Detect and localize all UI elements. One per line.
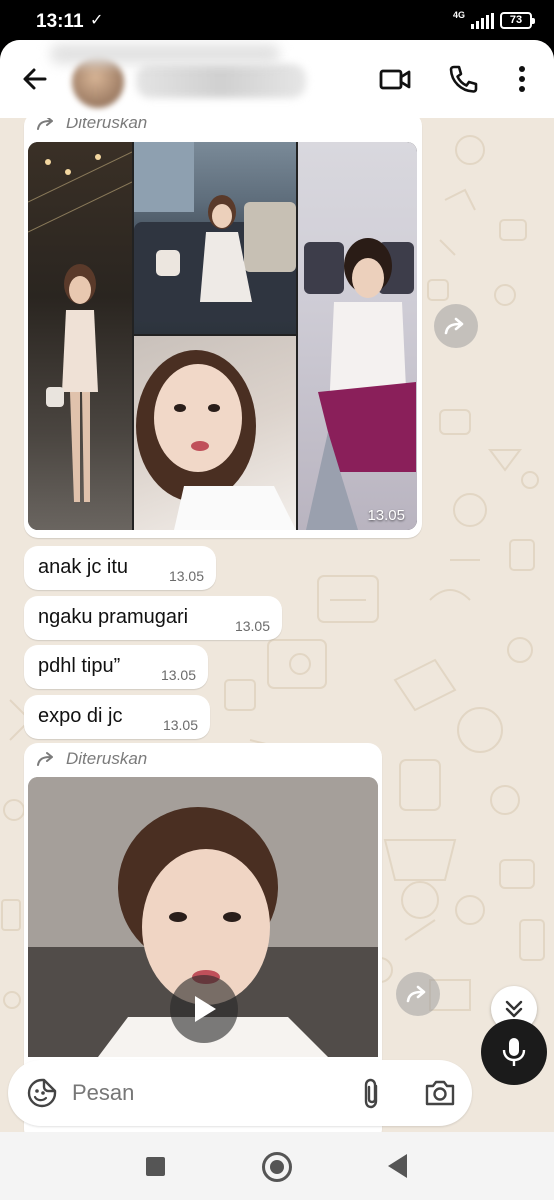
more-vert-icon <box>519 66 525 92</box>
emoji-button[interactable] <box>26 1077 58 1109</box>
message-input[interactable] <box>72 1074 342 1112</box>
double-chevron-down-icon <box>505 1000 523 1018</box>
message-text: ngaku pramugari <box>38 606 189 628</box>
status-bar: 13:11 ✓ 4G 73 <box>0 0 554 44</box>
back-button[interactable] <box>18 62 52 96</box>
video-call-icon <box>379 69 411 90</box>
phone-icon <box>449 65 478 93</box>
forwarded-label: Diteruskan <box>36 749 147 769</box>
sticker-emoji-icon <box>27 1078 57 1108</box>
arrow-back-icon <box>23 68 47 90</box>
message-time: 13.05 <box>162 717 198 733</box>
battery-icon: 73 <box>500 12 535 29</box>
album-photo[interactable] <box>28 142 132 530</box>
play-button[interactable] <box>170 975 238 1043</box>
signal-icon <box>471 12 494 29</box>
contact-name[interactable] <box>136 64 306 98</box>
paperclip-icon <box>364 1078 378 1109</box>
chat-header <box>0 40 554 118</box>
attach-button[interactable] <box>358 1077 386 1111</box>
video-thumbnail[interactable] <box>28 777 378 1057</box>
system-navigation-bar <box>0 1132 554 1200</box>
message-time: 13.05 <box>168 568 204 584</box>
forwarded-icon <box>37 752 53 766</box>
play-icon <box>195 996 216 1022</box>
photo-lounge-figure <box>28 151 132 502</box>
message-text: expo di jc <box>38 705 123 727</box>
message-composer <box>8 1060 472 1126</box>
status-time: 13:11 <box>36 11 84 32</box>
video-call-button[interactable] <box>378 62 412 96</box>
message-time: 13.05 <box>234 618 270 634</box>
photo-selfie-face <box>136 350 296 530</box>
message-time: 13.05 <box>160 667 196 683</box>
text-message[interactable]: pdhl tipu” 13.05 <box>24 645 208 689</box>
forwarded-album-message[interactable]: Diteruskan 13.05 <box>24 112 422 538</box>
network-type: 4G <box>452 9 465 20</box>
header-blur <box>50 44 280 64</box>
forward-button[interactable] <box>396 972 440 1016</box>
forwarded-text: Diteruskan <box>66 749 148 768</box>
back-nav-button[interactable] <box>388 1154 407 1178</box>
chat-screen: Diteruskan 13.05 anak jc itu 13.05 ngaku… <box>0 40 554 1132</box>
text-message[interactable]: anak jc itu 13.05 <box>24 546 216 590</box>
status-indicators: 4G 73 <box>452 9 535 29</box>
message-time: 13.05 <box>367 507 405 524</box>
camera-icon <box>425 1080 455 1106</box>
album-photo[interactable] <box>298 142 417 530</box>
forward-button[interactable] <box>434 304 478 348</box>
voice-call-button[interactable] <box>446 62 480 96</box>
battery-level: 73 <box>509 14 523 26</box>
text-message[interactable]: ngaku pramugari 13.05 <box>24 596 282 640</box>
home-button[interactable] <box>262 1152 292 1182</box>
recent-apps-button[interactable] <box>146 1157 165 1176</box>
microphone-icon <box>502 1038 526 1066</box>
download-check-icon: ✓ <box>90 12 104 29</box>
album-photo[interactable] <box>134 336 296 530</box>
message-text: anak jc itu <box>38 556 129 578</box>
forward-arrow-icon <box>444 317 464 335</box>
forward-arrow-icon <box>406 985 426 1003</box>
text-message[interactable]: expo di jc 13.05 <box>24 695 210 739</box>
camera-button[interactable] <box>423 1077 457 1109</box>
photo-sofa-figure <box>134 142 296 322</box>
photo-album[interactable]: 13.05 <box>28 142 417 530</box>
more-options-button[interactable] <box>508 62 536 96</box>
album-photo[interactable] <box>134 142 296 334</box>
voice-message-button[interactable] <box>481 1019 547 1085</box>
photo-airplane-figure <box>304 238 416 530</box>
message-text: pdhl tipu” <box>38 655 121 677</box>
